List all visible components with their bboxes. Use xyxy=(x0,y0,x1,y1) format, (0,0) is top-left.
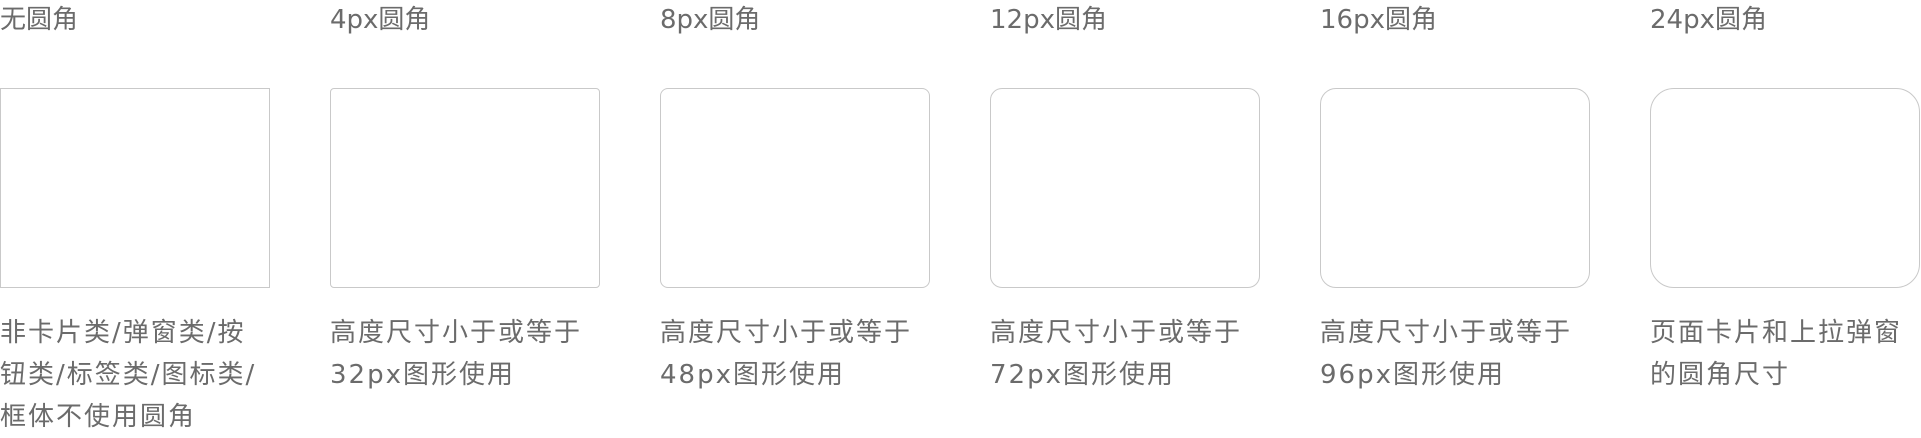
radius-description-line: 72px图形使用 xyxy=(990,360,1175,390)
radius-description-line: 高度尺寸小于或等于 xyxy=(1320,318,1573,348)
radius-swatch-4px xyxy=(330,88,600,288)
radius-swatch-16px xyxy=(1320,88,1590,288)
radius-description-line: 非卡片类/弹窗类/按 xyxy=(0,318,246,348)
radius-description-line: 32px图形使用 xyxy=(330,360,515,390)
radius-spec-none: 无圆角 非卡片类/弹窗类/按 钮类/标签类/图标类/ 框体不使用圆角 xyxy=(0,0,272,438)
radius-description: 页面卡片和上拉弹窗 的圆角尺寸 xyxy=(1650,312,1921,396)
radius-title: 12px圆角 xyxy=(990,5,1107,35)
radius-swatch-none xyxy=(0,88,270,288)
radius-title: 8px圆角 xyxy=(660,5,761,35)
radius-description: 高度尺寸小于或等于 32px图形使用 xyxy=(330,312,605,396)
radius-description: 高度尺寸小于或等于 72px图形使用 xyxy=(990,312,1265,396)
radius-description-line: 96px图形使用 xyxy=(1320,360,1505,390)
radius-description-line: 高度尺寸小于或等于 xyxy=(330,318,583,348)
radius-description-line: 页面卡片和上拉弹窗 xyxy=(1650,318,1903,348)
radius-description: 非卡片类/弹窗类/按 钮类/标签类/图标类/ 框体不使用圆角 xyxy=(0,312,275,438)
radius-swatch-12px xyxy=(990,88,1260,288)
radius-spec-4px: 4px圆角 高度尺寸小于或等于 32px图形使用 xyxy=(330,0,602,438)
radius-spec-12px: 12px圆角 高度尺寸小于或等于 72px图形使用 xyxy=(990,0,1262,438)
radius-description: 高度尺寸小于或等于 48px图形使用 xyxy=(660,312,935,396)
radius-title: 4px圆角 xyxy=(330,5,431,35)
radius-description-line: 框体不使用圆角 xyxy=(0,402,197,432)
radius-description-line: 钮类/标签类/图标类/ xyxy=(0,360,257,390)
radius-description-line: 高度尺寸小于或等于 xyxy=(660,318,913,348)
radius-title: 16px圆角 xyxy=(1320,5,1437,35)
radius-spec-24px: 24px圆角 页面卡片和上拉弹窗 的圆角尺寸 xyxy=(1650,0,1921,438)
radius-title: 无圆角 xyxy=(0,5,79,35)
radius-description-line: 高度尺寸小于或等于 xyxy=(990,318,1243,348)
radius-title: 24px圆角 xyxy=(1650,5,1767,35)
radius-spec-16px: 16px圆角 高度尺寸小于或等于 96px图形使用 xyxy=(1320,0,1592,438)
radius-swatch-8px xyxy=(660,88,930,288)
radius-description-line: 48px图形使用 xyxy=(660,360,845,390)
radius-description: 高度尺寸小于或等于 96px图形使用 xyxy=(1320,312,1595,396)
radius-spec-8px: 8px圆角 高度尺寸小于或等于 48px图形使用 xyxy=(660,0,932,438)
radius-description-line: 的圆角尺寸 xyxy=(1650,360,1791,390)
radius-swatch-24px xyxy=(1650,88,1920,288)
